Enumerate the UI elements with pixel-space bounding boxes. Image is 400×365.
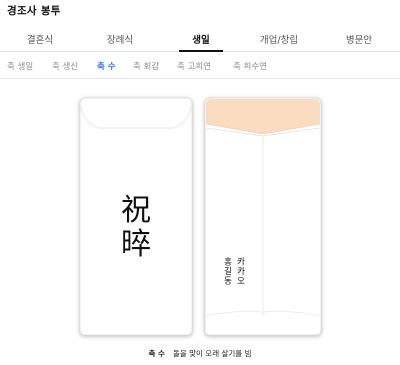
- subtab-chuk-saengil[interactable]: 축 생일: [7, 60, 33, 72]
- subtab-chuk-huisuyeon[interactable]: 축 희수연: [233, 60, 267, 72]
- app-title: 경조사 봉투: [7, 5, 61, 17]
- subtab-chuk-gohuiyeon[interactable]: 축 고희연: [177, 60, 211, 72]
- tab-hospital-visit[interactable]: 병문안: [346, 32, 372, 46]
- envelope-back: 홍길동 카카오: [201, 94, 325, 340]
- tab-opening[interactable]: 개업/창립: [260, 32, 298, 46]
- subtab-chuk-hoegap[interactable]: 축 회갑: [133, 60, 159, 72]
- sender-name: 홍길동: [222, 257, 232, 286]
- tab-wedding[interactable]: 결혼식: [27, 32, 53, 46]
- envelope-back-shape: [204, 97, 322, 336]
- subtab-chuk-saengsin[interactable]: 축 생신: [52, 60, 78, 72]
- tab-funeral[interactable]: 장례식: [107, 32, 133, 46]
- sender-company: 카카오: [235, 257, 245, 286]
- caption-meaning: 돌을 맞이 오래 살기를 빔: [172, 349, 252, 358]
- caption-title: 축 수: [148, 349, 165, 358]
- envelope-front: 祝 晬: [76, 94, 196, 340]
- phrase-caption: 축 수 돌을 맞이 오래 살기를 빔: [0, 348, 400, 359]
- tab-birthday[interactable]: 생일: [192, 32, 209, 46]
- phrase-subtabs: 축 생일 축 생신 축 수 축 회갑 축 고희연 축 희수연: [0, 53, 400, 79]
- subtab-chuk-su[interactable]: 축 수: [97, 60, 116, 72]
- front-text-line1: 祝: [121, 193, 151, 228]
- category-tabs: 결혼식 장례식 생일 개업/창립 병문안: [0, 26, 400, 52]
- active-tab-indicator: [179, 50, 223, 52]
- front-text-line2: 晬: [121, 227, 151, 262]
